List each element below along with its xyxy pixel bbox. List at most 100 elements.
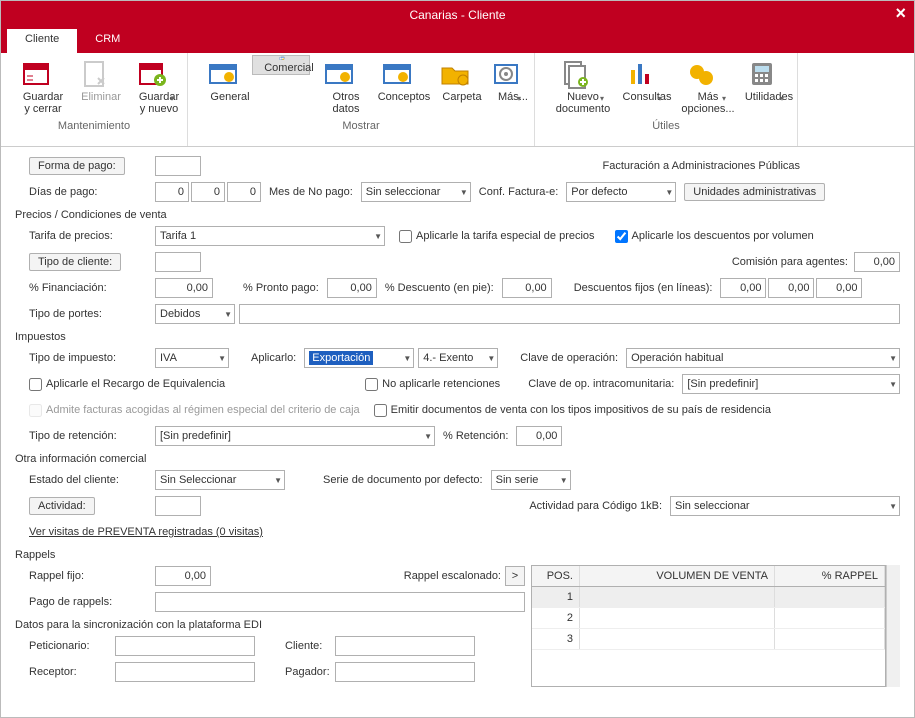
otros-datos-button[interactable]: Otrosdatos [310, 55, 368, 118]
col-pos: POS. [532, 566, 580, 586]
chevron-down-icon: ▼ [487, 354, 495, 363]
mes-no-pago-label: Mes de No pago: [261, 186, 361, 198]
comision-input[interactable] [854, 252, 900, 272]
aplicarlo-select[interactable]: Exportación▼ [304, 348, 414, 368]
carpeta-button[interactable]: Carpeta [426, 55, 484, 118]
chevron-down-icon: ▼ [889, 380, 897, 389]
actividad-1kb-label: Actividad para Código 1kB: [529, 500, 662, 512]
conf-facturae-select[interactable]: Por defecto▼ [566, 182, 676, 202]
chevron-down-icon: ▼ [218, 354, 226, 363]
ver-visitas-link[interactable]: Ver visitas de PREVENTA registradas (0 v… [29, 526, 263, 538]
chevron-down-icon: ▼ [274, 476, 282, 485]
financiacion-label: % Financiación: [15, 282, 155, 294]
save-close-button[interactable]: Guardary cerrar [7, 55, 65, 118]
tab-crm[interactable]: CRM [77, 29, 138, 53]
close-icon[interactable]: × [895, 3, 906, 24]
pago-rappels-label: Pago de rappels: [15, 596, 155, 608]
comision-label: Comisión para agentes: [732, 256, 848, 268]
forma-pago-button[interactable]: Forma de pago: [29, 157, 125, 175]
rappel-escalonado-button[interactable]: > [505, 566, 525, 586]
exento-select[interactable]: 4.- Exento▼ [418, 348, 498, 368]
tarifa-especial-checkbox[interactable]: Aplicarle la tarifa especial de precios [399, 230, 595, 243]
rappel-fijo-label: Rappel fijo: [15, 570, 155, 582]
clave-operacion-label: Clave de operación: [512, 352, 626, 364]
edi-peticionario-label: Peticionario: [15, 640, 115, 652]
dia3-input[interactable] [227, 182, 261, 202]
descuento-pie-input[interactable] [502, 278, 552, 298]
clave-intra-select[interactable]: [Sin predefinir]▼ [682, 374, 900, 394]
window-title: Canarias - Cliente [409, 8, 505, 22]
actividad-input[interactable] [155, 496, 201, 516]
rappel-fijo-input[interactable] [155, 566, 211, 586]
chevron-down-icon: ▼ [374, 232, 382, 241]
df1-input[interactable] [720, 278, 766, 298]
tipo-cliente-button[interactable]: Tipo de cliente: [29, 253, 121, 271]
chevron-down-icon: ▼ [889, 502, 897, 511]
pronto-pago-input[interactable] [327, 278, 377, 298]
actividad-1kb-select[interactable]: Sin seleccionar▼ [670, 496, 900, 516]
tarifa-select[interactable]: Tarifa 1▼ [155, 226, 385, 246]
pct-retencion-input[interactable] [516, 426, 562, 446]
edi-cliente-label: Cliente: [255, 640, 335, 652]
financiacion-input[interactable] [155, 278, 213, 298]
estado-cliente-select[interactable]: Sin Seleccionar▼ [155, 470, 285, 490]
utilidades-button[interactable]: Utilidades▾ [733, 55, 791, 118]
content: Forma de pago: Facturación a Administrac… [1, 147, 914, 715]
table-row[interactable]: 3 [532, 629, 885, 650]
tipo-cliente-input[interactable] [155, 252, 201, 272]
actividad-button[interactable]: Actividad: [29, 497, 95, 515]
serie-doc-label: Serie de documento por defecto: [315, 474, 491, 486]
edi-cliente-input[interactable] [335, 636, 475, 656]
chevron-down-icon: ▼ [460, 188, 468, 197]
conceptos-button[interactable]: Conceptos [368, 55, 426, 118]
chevron-down-icon: ▼ [560, 476, 568, 485]
aplicarlo-label: Aplicarlo: [243, 352, 304, 364]
no-retenciones-checkbox[interactable]: No aplicarle retenciones [365, 378, 500, 391]
descuentos-volumen-checkbox[interactable]: Aplicarle los descuentos por volumen [615, 230, 814, 243]
section-impuestos: Impuestos [15, 331, 900, 343]
dia1-input[interactable] [155, 182, 189, 202]
comercial-button[interactable]: Comercial [252, 55, 310, 75]
table-row[interactable]: 1 [532, 587, 885, 608]
df3-input[interactable] [816, 278, 862, 298]
section-rappels: Rappels [15, 549, 900, 561]
tipo-portes-label: Tipo de portes: [15, 308, 155, 320]
recargo-checkbox[interactable]: Aplicarle el Recargo de Equivalencia [29, 378, 225, 391]
edi-receptor-input[interactable] [115, 662, 255, 682]
dropdown-icon: ▾ [780, 94, 784, 103]
portes-extra-input[interactable] [239, 304, 900, 324]
scrollbar[interactable] [886, 565, 900, 687]
tab-cliente[interactable]: Cliente [7, 29, 77, 53]
chevron-down-icon: ▼ [665, 188, 673, 197]
mes-no-pago-select[interactable]: Sin seleccionar▼ [361, 182, 471, 202]
pct-retencion-label: % Retención: [435, 430, 516, 442]
unidades-admin-button[interactable]: Unidades administrativas [684, 183, 825, 201]
edi-pagador-input[interactable] [335, 662, 475, 682]
serie-doc-select[interactable]: Sin serie▼ [491, 470, 571, 490]
col-rappel: % RAPPEL [775, 566, 885, 586]
section-precios: Precios / Condiciones de venta [15, 209, 900, 221]
forma-pago-input[interactable] [155, 156, 201, 176]
dias-pago-label: Días de pago: [15, 186, 155, 198]
tipo-retencion-label: Tipo de retención: [15, 430, 155, 442]
edi-receptor-label: Receptor: [15, 666, 115, 678]
mas-opciones-button[interactable]: Másopciones...▾ [669, 55, 733, 118]
rappel-table: POS. VOLUMEN DE VENTA % RAPPEL 1 2 3 [531, 565, 886, 687]
dia2-input[interactable] [191, 182, 225, 202]
tipo-portes-select[interactable]: Debidos▼ [155, 304, 235, 324]
df2-input[interactable] [768, 278, 814, 298]
clave-intra-label: Clave de op. intracomunitaria: [520, 378, 682, 390]
edi-pagador-label: Pagador: [255, 666, 335, 678]
col-volumen: VOLUMEN DE VENTA [580, 566, 775, 586]
save-new-button[interactable]: Guardary nuevo▾ [123, 55, 181, 118]
edi-peticionario-input[interactable] [115, 636, 255, 656]
pago-rappels-input[interactable] [155, 592, 525, 612]
chevron-down-icon: ▼ [889, 354, 897, 363]
tipo-retencion-select[interactable]: [Sin predefinir]▼ [155, 426, 435, 446]
nuevo-documento-button[interactable]: Nuevodocumento▾ [541, 55, 611, 118]
clave-operacion-select[interactable]: Operación habitual▼ [626, 348, 900, 368]
section-edi: Datos para la sincronización con la plat… [15, 619, 525, 631]
tipo-impuesto-select[interactable]: IVA▼ [155, 348, 229, 368]
table-row[interactable]: 2 [532, 608, 885, 629]
emitir-pais-checkbox[interactable]: Emitir documentos de venta con los tipos… [374, 404, 771, 417]
